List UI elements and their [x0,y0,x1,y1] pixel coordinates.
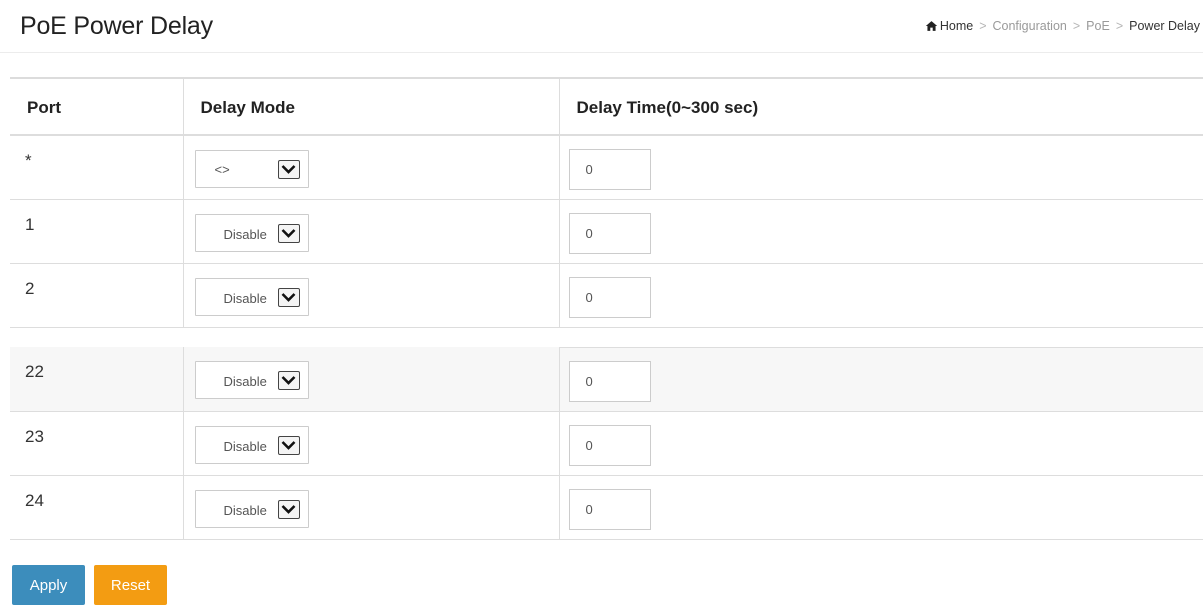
apply-button[interactable]: Apply [12,565,85,605]
table-row: 24 Disable 0 [10,475,1203,540]
delay-mode-select[interactable]: Disable [194,489,309,528]
delay-mode-select[interactable]: Disable [194,213,309,252]
delay-time-input[interactable]: 0 [568,276,651,318]
port-label: 1 [25,214,35,234]
table-header-row: Port Delay Mode Delay Time(0~300 sec) [10,79,1203,136]
delay-mode-select[interactable]: Disable [194,277,309,316]
breadcrumb-item-poe[interactable]: PoE [1086,19,1110,33]
delay-time-input[interactable]: 0 [568,360,651,402]
delay-mode-value: Disable [223,290,267,306]
port-label: * [25,151,32,170]
delay-mode-select[interactable]: Disable [194,425,309,464]
page-title: PoE Power Delay [20,12,213,40]
port-label: 22 [25,362,44,381]
breadcrumb-home-label: Home [939,19,974,33]
table-gap [10,327,1203,348]
delay-mode-value: <> [214,162,230,177]
table-row: * <> 0 [10,135,1203,200]
chevron-down-icon[interactable] [277,499,300,519]
chevron-down-icon[interactable] [277,435,300,455]
delay-mode-select[interactable]: Disable [194,361,309,399]
table-row: 22 Disable 0 [10,347,1203,412]
delay-time-input[interactable]: 0 [568,424,651,466]
chevron-down-icon[interactable] [277,371,300,390]
delay-mode-value: Disable [223,438,267,454]
column-header-delay-time: Delay Time(0~300 sec) [559,79,1203,136]
breadcrumb-separator: > [1115,19,1124,33]
form-actions: Apply Reset [12,565,176,605]
delay-mode-select[interactable]: <> [194,150,309,188]
home-icon [925,21,938,31]
poe-delay-table-area: Port Delay Mode Delay Time(0~300 sec) * … [10,77,1203,540]
delay-mode-value: Disable [223,502,267,518]
port-label: 23 [25,426,44,446]
port-label: 24 [25,490,44,510]
reset-button[interactable]: Reset [94,565,167,605]
delay-time-input[interactable]: 0 [568,212,651,254]
port-label: 2 [25,278,35,298]
table-row: 23 Disable 0 [10,411,1203,476]
breadcrumb-home[interactable]: Home [925,19,973,33]
page-header: PoE Power Delay Home > Configuration > P… [0,0,1203,53]
breadcrumb: Home > Configuration > PoE > Power Delay [925,19,1200,33]
column-header-port: Port [10,79,184,136]
chevron-down-icon[interactable] [277,223,300,243]
breadcrumb-current: Power Delay [1129,19,1200,33]
column-header-delay-mode: Delay Mode [183,79,560,136]
delay-time-input[interactable]: 0 [568,149,651,190]
breadcrumb-item-configuration[interactable]: Configuration [993,19,1067,33]
table-row: 2 Disable 0 [10,263,1203,328]
chevron-down-icon[interactable] [277,160,300,179]
delay-time-input[interactable]: 0 [568,488,651,530]
table-row: 1 Disable 0 [10,199,1203,264]
chevron-down-icon[interactable] [277,287,300,307]
delay-mode-value: Disable [223,226,267,242]
breadcrumb-separator: > [1072,19,1081,33]
breadcrumb-separator: > [979,19,987,33]
poe-delay-table: Port Delay Mode Delay Time(0~300 sec) * … [10,79,1203,540]
delay-mode-value: Disable [223,374,267,389]
